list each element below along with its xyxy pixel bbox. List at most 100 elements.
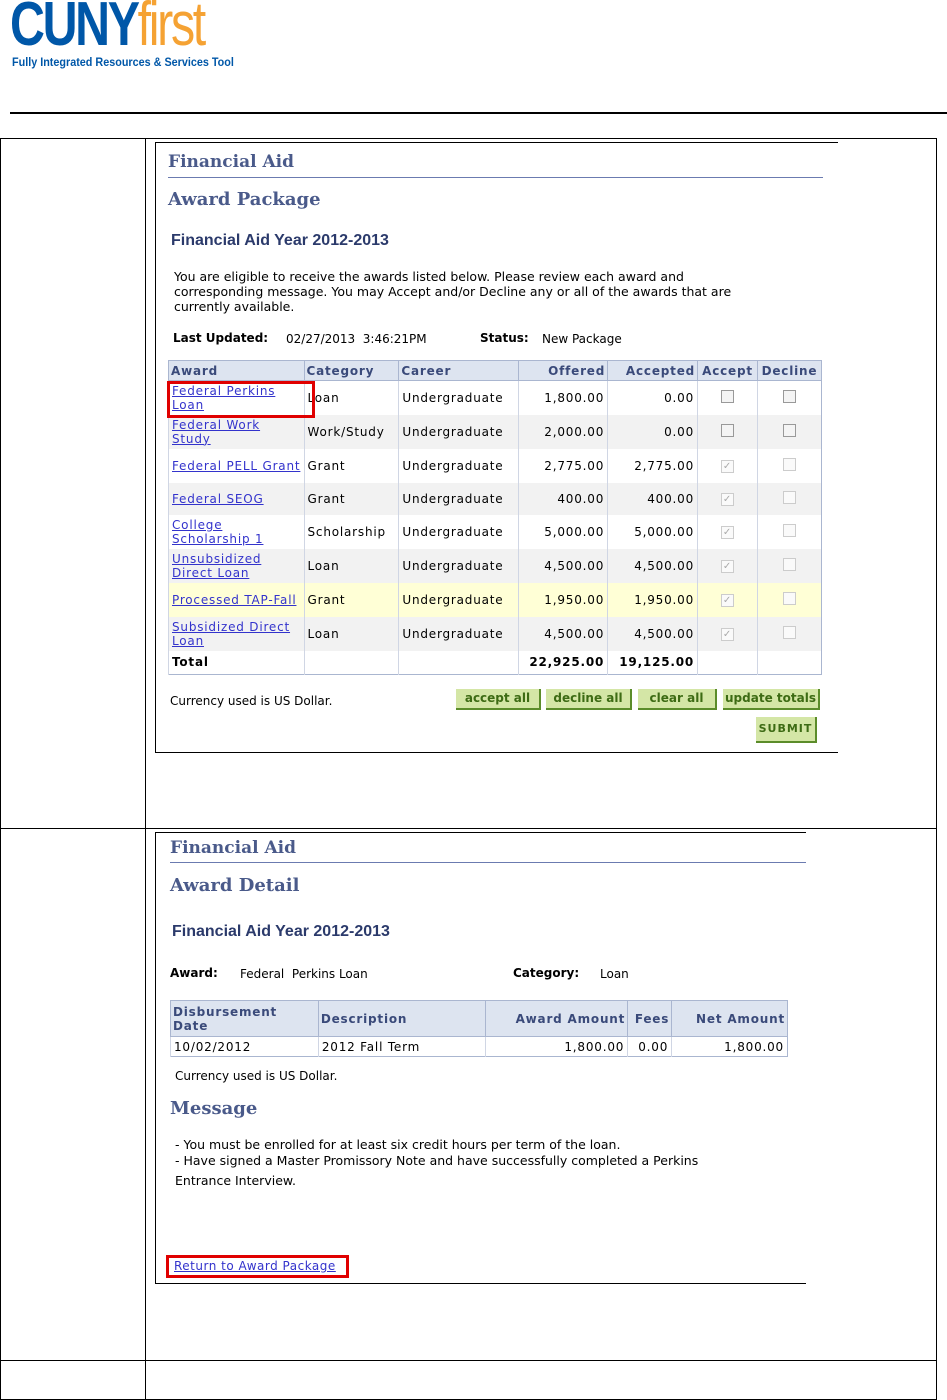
award-row: Processed TAP-Fall Grant Undergraduate 1,95…: [168, 582, 822, 617]
award-link[interactable]: Processed TAP-Fall: [172, 593, 296, 607]
award-link[interactable]: Unsubsidized Direct Loan: [172, 552, 261, 580]
net-amount: 1,800.00: [671, 1036, 788, 1057]
accept-checkbox[interactable]: ✓: [721, 560, 734, 573]
award-row: Unsubsidized Direct Loan Loan Undergraduat…: [168, 548, 822, 583]
award-link[interactable]: College Scholarship 1: [172, 518, 263, 546]
accept-checkbox[interactable]: ✓: [721, 460, 734, 473]
message-title: Message: [170, 1098, 258, 1119]
fees: 0.00: [627, 1036, 672, 1057]
total-label: Total: [168, 650, 305, 675]
award-accepted: 400.00: [607, 482, 698, 515]
intro-line-2: corresponding message. You may Accept an…: [174, 284, 732, 299]
accept-checkbox[interactable]: [721, 423, 734, 437]
award-accepted: 0.00: [607, 414, 698, 449]
accept-all-button[interactable]: accept all: [456, 689, 541, 710]
award-category: Loan: [303, 616, 399, 651]
header-divider: [10, 112, 947, 114]
step-cell-3: [0, 1360, 146, 1400]
aid-year: Financial Aid Year 2012-2013: [171, 232, 389, 249]
col-award-amount: Award Amount: [484, 1000, 629, 1037]
award-accepted: 5,000.00: [607, 514, 698, 549]
status-label: Status:: [480, 331, 529, 345]
award-value: Federal Perkins Loan: [240, 967, 368, 981]
decline-all-button[interactable]: decline all: [546, 689, 632, 710]
award-link[interactable]: Subsidized Direct Loan: [172, 620, 290, 648]
intro-line-1: You are eligible to receive the awards l…: [174, 269, 684, 284]
award-accepted: 4,500.00: [607, 548, 698, 583]
award-row: Subsidized Direct Loan Loan Undergraduate 4…: [168, 616, 822, 651]
col-disbursement-date: Disbursement Date: [170, 1000, 319, 1037]
clear-all-button[interactable]: clear all: [638, 689, 717, 710]
col-description: Description: [317, 1000, 486, 1037]
decline-checkbox[interactable]: [782, 523, 796, 537]
col-offered: Offered: [518, 360, 609, 381]
award-career: Undergraduate: [398, 380, 519, 415]
col-career: Career: [398, 360, 520, 381]
award-link[interactable]: Federal PELL Grant: [172, 459, 300, 473]
award-detail-screenshot: [155, 832, 806, 1284]
description: 2012 Fall Term: [317, 1036, 486, 1057]
section-title: Financial Aid: [170, 838, 296, 858]
award-offered: 2,000.00: [518, 414, 608, 449]
decline-checkbox[interactable]: [782, 557, 796, 571]
col-award: Award: [168, 360, 305, 381]
award-offered: 400.00: [518, 482, 608, 515]
award-category: Scholarship: [303, 514, 399, 549]
award-category: Grant: [303, 448, 399, 483]
currency-note: Currency used is US Dollar.: [175, 1069, 338, 1083]
col-accept: Accept: [697, 360, 758, 381]
award-career: Undergraduate: [398, 548, 519, 583]
status-value: New Package: [542, 332, 622, 346]
cunyfirst-logo: CUNYfirst: [10, 0, 206, 59]
screenshot-cell-3: [145, 1360, 937, 1400]
currency-note: Currency used is US Dollar.: [170, 694, 333, 708]
award-row: Federal SEOG Grant Undergraduate 400.00 400.…: [168, 482, 822, 515]
decline-checkbox[interactable]: [782, 591, 796, 605]
award-row: Federal PELL Grant Grant Undergraduate 2,77…: [168, 448, 822, 483]
col-fees: Fees: [627, 1000, 673, 1037]
accept-checkbox[interactable]: ✓: [721, 594, 734, 607]
highlight-box: [167, 381, 315, 418]
category-value: Loan: [600, 967, 629, 981]
decline-checkbox[interactable]: [782, 423, 796, 437]
submit-button[interactable]: SUBMIT: [756, 717, 817, 743]
award-accepted: 1,950.00: [607, 582, 698, 617]
award-row: College Scholarship 1 Scholarship Undergra…: [168, 514, 822, 549]
award-amount: 1,800.00: [484, 1036, 628, 1057]
last-updated-label: Last Updated:: [173, 331, 269, 345]
accept-checkbox[interactable]: ✓: [721, 628, 734, 641]
award-category: Loan: [303, 548, 399, 583]
disbursement-table: Disbursement Date Description Award Amou…: [170, 1000, 788, 1057]
page-title: Award Detail: [170, 875, 300, 896]
award-offered: 5,000.00: [518, 514, 608, 549]
accept-checkbox[interactable]: [721, 389, 734, 403]
award-career: Undergraduate: [398, 414, 519, 449]
logo-subtitle: Fully Integrated Resources & Services To…: [12, 55, 234, 69]
decline-checkbox[interactable]: [782, 389, 796, 403]
message-line-1: - You must be enrolled for at least six …: [175, 1137, 621, 1152]
award-career: Undergraduate: [398, 582, 519, 617]
highlight-box: [166, 1255, 349, 1278]
award-category: Work/Study: [303, 414, 399, 449]
decline-checkbox[interactable]: [782, 625, 796, 639]
message-line-3: Entrance Interview.: [175, 1173, 296, 1188]
decline-checkbox[interactable]: [782, 490, 796, 504]
decline-checkbox[interactable]: [782, 457, 796, 471]
award-accepted: 4,500.00: [607, 616, 698, 651]
award-category: Grant: [303, 482, 399, 515]
update-totals-button[interactable]: update totals: [723, 689, 820, 710]
award-label: Award:: [170, 966, 218, 980]
award-row: Federal Work Study Work/Study Undergraduat…: [168, 414, 822, 449]
title-rule: [168, 177, 823, 178]
award-career: Undergraduate: [398, 448, 519, 483]
award-link[interactable]: Federal Work Study: [172, 418, 260, 446]
award-offered: 1,800.00: [518, 380, 608, 415]
category-label: Category:: [513, 966, 580, 980]
award-category: Loan: [303, 380, 399, 415]
step-cell-2: [0, 828, 146, 1361]
intro-line-3: currently available.: [174, 299, 295, 314]
award-offered: 2,775.00: [518, 448, 608, 483]
accept-checkbox[interactable]: ✓: [721, 493, 734, 506]
award-link[interactable]: Federal SEOG: [172, 492, 264, 506]
accept-checkbox[interactable]: ✓: [721, 526, 734, 539]
